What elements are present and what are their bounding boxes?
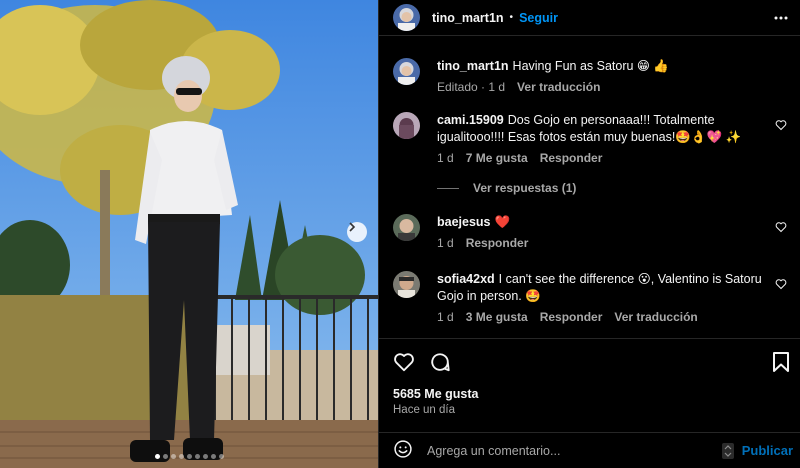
comment-text: cami.15909 Dos Gojo en personaaa!!! Total…	[437, 112, 777, 146]
photo-image	[0, 0, 378, 468]
comment-meta: 1 d 3 Me gusta Responder Ver traducción	[437, 310, 793, 324]
view-replies-button[interactable]: Ver respuestas (1)	[437, 181, 576, 195]
commenter-avatar[interactable]	[393, 271, 420, 298]
comment-likes[interactable]: 3 Me gusta	[466, 310, 528, 324]
comment-item: cami.15909 Dos Gojo en personaaa!!! Total…	[393, 112, 793, 165]
caption-content: Having Fun as Satoru 😁 👍	[512, 59, 669, 73]
comment-meta: 1 d 7 Me gusta Responder	[437, 151, 793, 165]
carousel-next-button[interactable]	[347, 222, 367, 242]
comment-username[interactable]: baejesus	[437, 215, 491, 229]
comment-time: 1 d	[437, 310, 454, 324]
caption-text: tino_mart1n Having Fun as Satoru 😁 👍	[437, 58, 777, 75]
comment-input[interactable]	[427, 443, 707, 458]
comment-username[interactable]: cami.15909	[437, 113, 504, 127]
post-photo[interactable]	[0, 0, 378, 468]
comment-text: baejesus ❤️	[437, 214, 777, 231]
likes-count[interactable]: 5685 Me gusta	[393, 387, 478, 401]
comment-username[interactable]: sofia42xd	[437, 272, 495, 286]
reply-button[interactable]: Responder	[540, 151, 603, 165]
carousel-dot[interactable]	[170, 454, 176, 459]
carousel-dots	[0, 454, 378, 459]
emoji-icon[interactable]	[393, 439, 413, 462]
avatar-image	[393, 4, 420, 31]
comment-item: sofia42xd I can't see the difference 😮, V…	[393, 271, 793, 324]
publish-area: Publicar	[721, 442, 793, 459]
carousel-dot[interactable]	[202, 454, 208, 459]
like-comment-heart-icon[interactable]	[775, 221, 787, 236]
comment-time: 1 d	[437, 151, 454, 165]
carousel-dot[interactable]	[178, 454, 184, 459]
commenter-avatar[interactable]	[393, 112, 420, 139]
bookmark-icon[interactable]	[771, 351, 791, 376]
comment-bubble-icon[interactable]	[429, 351, 451, 376]
view-replies-label: Ver respuestas (1)	[473, 181, 577, 195]
carousel-dot[interactable]	[194, 454, 200, 459]
chevron-right-icon	[349, 222, 356, 232]
like-comment-heart-icon[interactable]	[775, 278, 787, 293]
author-avatar[interactable]	[393, 58, 420, 85]
comment-item: baejesus ❤️ 1 d Responder	[393, 214, 793, 250]
comment-time: 1 d	[437, 236, 454, 250]
comment-content: ❤️	[494, 215, 511, 229]
comment-composer: Publicar	[379, 432, 800, 468]
commenter-avatar[interactable]	[393, 214, 420, 241]
comment-text: sofia42xd I can't see the difference 😮, V…	[437, 271, 777, 305]
comments-panel: tino_mart1n • Seguir tino_mart1n Having F…	[378, 0, 800, 468]
author-username[interactable]: tino_mart1n	[432, 11, 504, 25]
reply-button[interactable]: Responder	[466, 236, 529, 250]
comment-meta: 1 d Responder	[437, 236, 793, 250]
carousel-dot[interactable]	[218, 454, 224, 459]
post-viewer: tino_mart1n • Seguir tino_mart1n Having F…	[0, 0, 800, 468]
carousel-dot[interactable]	[162, 454, 168, 459]
edited-label: Editado · 1 d	[437, 80, 506, 94]
author-avatar[interactable]	[393, 4, 420, 31]
post-time: Hace un día	[393, 404, 456, 416]
reply-button[interactable]: Responder	[540, 310, 603, 324]
translate-link[interactable]: Ver traducción	[517, 80, 600, 94]
like-heart-icon[interactable]	[393, 351, 415, 376]
replies-divider	[437, 187, 459, 189]
publish-button[interactable]: Publicar	[742, 443, 793, 458]
caption-meta: Editado · 1 d Ver traducción	[437, 80, 793, 94]
caption-username[interactable]: tino_mart1n	[437, 59, 509, 73]
action-icons	[393, 351, 451, 376]
like-comment-heart-icon[interactable]	[775, 119, 787, 134]
carousel-dot[interactable]	[210, 454, 216, 459]
post-actions: 5685 Me gusta Hace un día	[379, 338, 800, 416]
post-header: tino_mart1n • Seguir	[379, 0, 800, 36]
follow-button[interactable]: Seguir	[519, 11, 558, 25]
carousel-dot[interactable]	[154, 454, 160, 459]
more-options-icon[interactable]	[773, 10, 789, 29]
translate-link[interactable]: Ver traducción	[614, 310, 697, 324]
comment-likes[interactable]: 7 Me gusta	[466, 151, 528, 165]
post-caption: tino_mart1n Having Fun as Satoru 😁 👍 Edit…	[393, 58, 793, 94]
scrollbar-thumb[interactable]	[721, 442, 734, 459]
carousel-dot[interactable]	[186, 454, 192, 459]
separator-dot: •	[509, 12, 514, 23]
